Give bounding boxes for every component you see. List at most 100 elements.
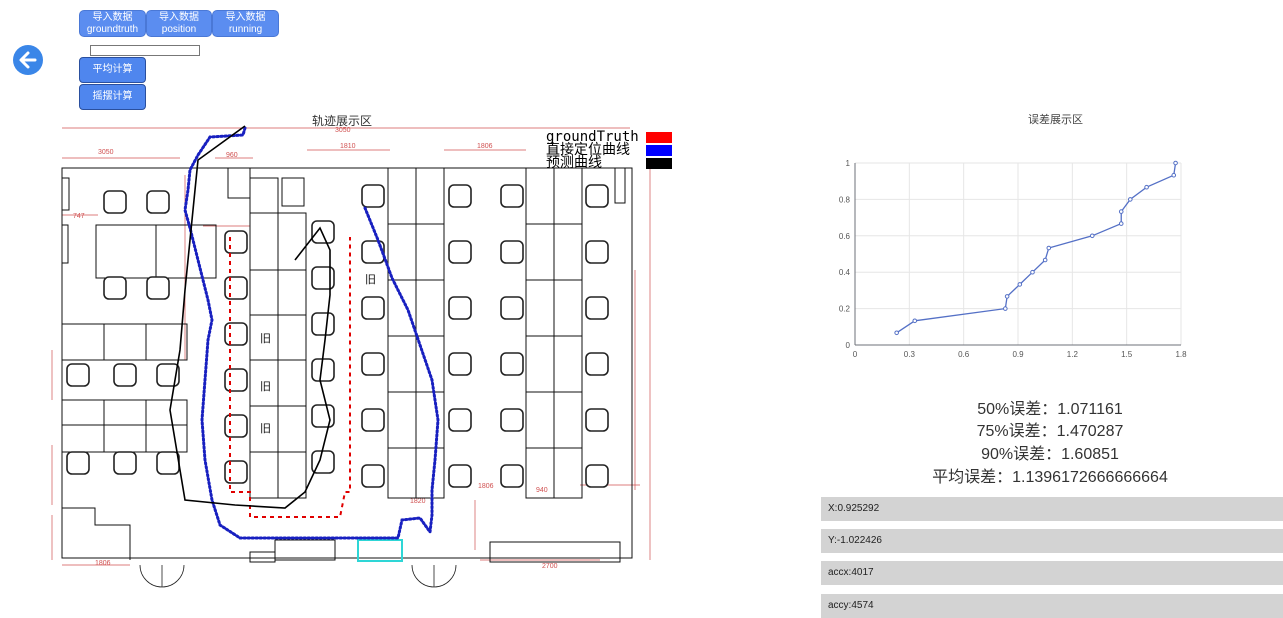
chair xyxy=(448,240,472,264)
chart-point xyxy=(1030,269,1035,275)
dim-label: 1820 xyxy=(410,498,426,505)
chart-y-tick-label: 0.4 xyxy=(839,268,851,277)
chair xyxy=(448,296,472,320)
arrow-left-icon xyxy=(19,51,37,69)
chair xyxy=(224,460,248,484)
room-mark: 旧 xyxy=(365,273,376,286)
dim-label: 1806 xyxy=(95,560,111,567)
chair xyxy=(361,464,385,488)
stat-p50: 50%误差：1.071161 xyxy=(977,401,1123,418)
chart-point xyxy=(1046,245,1052,251)
chair xyxy=(448,408,472,432)
chair xyxy=(361,184,385,208)
chart-point xyxy=(1127,197,1133,202)
chair xyxy=(500,352,524,376)
chair xyxy=(311,312,335,336)
legend-label: 预测曲线 xyxy=(546,155,602,171)
legend-swatch-blue xyxy=(646,145,672,156)
import-running-line2: running xyxy=(228,24,263,35)
chair xyxy=(585,296,609,320)
chair xyxy=(311,220,335,244)
doors xyxy=(139,564,457,588)
dim-label: 960 xyxy=(226,152,238,159)
chart-title: 误差展示区 xyxy=(1028,114,1083,126)
import-groundtruth-line1: 导入数据 xyxy=(92,12,133,23)
chair xyxy=(500,296,524,320)
sensor-x: X:0.925292 xyxy=(821,497,1283,521)
chart-point xyxy=(1173,160,1178,166)
chart-x-tick-label: 0.6 xyxy=(958,350,970,359)
import-position-line1: 导入数据 xyxy=(159,12,199,23)
chart-x-tick-label: 1.8 xyxy=(1175,350,1187,359)
chart-point xyxy=(1017,282,1023,287)
sensor-y: Y:-1.022426 xyxy=(821,529,1283,553)
chair xyxy=(103,276,127,300)
chart-point xyxy=(1003,306,1008,311)
import-groundtruth-button[interactable]: 导入数据 groundtruth xyxy=(79,10,146,37)
chair xyxy=(361,408,385,432)
chair xyxy=(224,368,248,392)
chair xyxy=(146,190,170,214)
chart-point xyxy=(1171,172,1177,178)
room-mark: 旧 xyxy=(260,380,271,393)
chart-x-tick-label: 0.3 xyxy=(904,350,916,359)
stat-p90: 90%误差：1.60851 xyxy=(981,446,1119,463)
sensor-accx: accx:4017 xyxy=(821,561,1283,585)
chart-y-tick-label: 0.6 xyxy=(839,232,851,241)
chair xyxy=(585,408,609,432)
chair xyxy=(448,464,472,488)
chair xyxy=(361,296,385,320)
back-button[interactable] xyxy=(13,45,43,75)
dim-label: 1810 xyxy=(340,143,356,150)
import-running-line1: 导入数据 xyxy=(225,12,266,23)
chart-y-tick-label: 1 xyxy=(846,159,851,168)
average-calc-button[interactable]: 平均计算 xyxy=(79,57,146,83)
chair xyxy=(311,404,335,428)
walls xyxy=(61,167,633,563)
legend-swatch-black xyxy=(646,158,672,169)
chair xyxy=(146,276,170,300)
chair xyxy=(224,230,248,254)
chart-y-tick-label: 0.2 xyxy=(839,305,851,314)
chair xyxy=(585,240,609,264)
import-position-button[interactable]: 导入数据 position xyxy=(146,10,212,37)
floor-plan-svg: 3050 3050 1810 1806 747 960 940 2700 180… xyxy=(51,125,651,588)
sensor-accy: accy:4574 xyxy=(821,594,1283,618)
dim-label: 940 xyxy=(536,487,548,494)
map-legend: groundTruth 直接定位曲线 预测曲线 xyxy=(546,130,672,171)
chart-point xyxy=(1118,221,1124,226)
stat-mean: 平均误差：1.1396172666666664 xyxy=(932,469,1168,486)
file-input[interactable] xyxy=(90,45,200,56)
chart-y-tick-label: 0.8 xyxy=(839,195,851,204)
chair xyxy=(224,322,248,346)
room-mark: 旧 xyxy=(260,332,271,345)
chart-y-tick-label: 0 xyxy=(846,341,851,350)
import-running-button[interactable]: 导入数据 running xyxy=(212,10,279,37)
chart-x-tick-label: 0 xyxy=(853,350,858,359)
chart-x-tick-label: 1.5 xyxy=(1121,350,1133,359)
chair xyxy=(66,363,90,387)
chart-x-tick-label: 1.2 xyxy=(1067,350,1079,359)
chair xyxy=(585,184,609,208)
chair xyxy=(113,451,137,475)
chair xyxy=(224,276,248,300)
legend-swatch-red xyxy=(646,132,672,143)
chair xyxy=(156,451,180,475)
chair xyxy=(103,190,127,214)
chair xyxy=(500,240,524,264)
chart-point xyxy=(1089,233,1095,239)
chart-point xyxy=(1118,209,1124,214)
swing-calc-button[interactable]: 摇摆计算 xyxy=(79,84,146,110)
dim-label: 3050 xyxy=(335,127,351,134)
chart-point xyxy=(1004,294,1010,299)
floor-plan-map: 3050 3050 1810 1806 747 960 940 2700 180… xyxy=(40,120,680,610)
chart-point xyxy=(912,318,918,324)
dim-label: 2700 xyxy=(542,563,558,570)
chair xyxy=(66,451,90,475)
chair xyxy=(500,408,524,432)
chair xyxy=(500,184,524,208)
import-position-line2: position xyxy=(161,24,197,35)
dim-label: 747 xyxy=(73,213,85,220)
chair xyxy=(585,464,609,488)
dim-label: 3050 xyxy=(98,149,114,156)
